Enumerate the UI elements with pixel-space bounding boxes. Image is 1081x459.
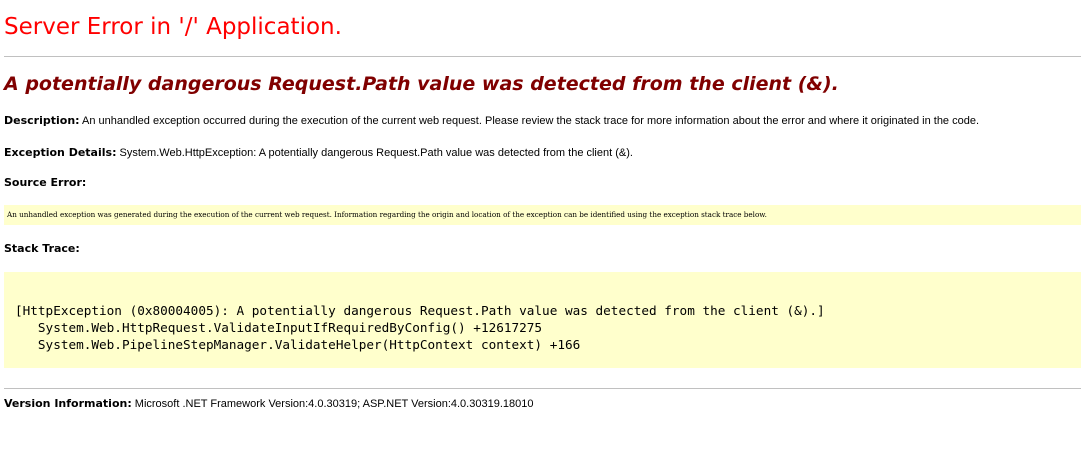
description-line: Description: An unhandled exception occu… (4, 114, 979, 127)
version-information-line: Version Information: Microsoft .NET Fram… (4, 397, 533, 410)
title-divider (4, 56, 1081, 57)
version-information-text: Microsoft .NET Framework Version:4.0.303… (131, 398, 534, 410)
stack-trace-line: [HttpException (0x80004005): A potential… (15, 303, 825, 318)
stack-trace-heading: Stack Trace: (4, 242, 80, 255)
source-error-box[interactable]: An unhandled exception was generated dur… (4, 205, 1081, 225)
exception-details-text: System.Web.HttpException: A potentially … (116, 147, 633, 159)
description-text: An unhandled exception occurred during t… (79, 115, 980, 127)
stack-trace-line: System.Web.HttpRequest.ValidateInputIfRe… (15, 320, 543, 335)
description-label: Description: (4, 114, 80, 127)
footer-divider (4, 388, 1081, 389)
page-title: Server Error in '/' Application. (4, 14, 342, 40)
stack-trace-line: System.Web.PipelineStepManager.ValidateH… (15, 337, 581, 352)
exception-details-line: Exception Details: System.Web.HttpExcept… (4, 146, 633, 159)
source-error-text: An unhandled exception was generated dur… (7, 210, 767, 219)
exception-details-label: Exception Details: (4, 146, 117, 159)
stack-trace-text: [HttpException (0x80004005): A potential… (15, 302, 825, 353)
source-error-heading: Source Error: (4, 176, 87, 189)
error-page: Server Error in '/' Application. A poten… (0, 0, 1081, 459)
version-information-label: Version Information: (4, 397, 132, 410)
stack-trace-box[interactable]: [HttpException (0x80004005): A potential… (4, 272, 1081, 368)
error-message-heading: A potentially dangerous Request.Path val… (4, 73, 839, 95)
